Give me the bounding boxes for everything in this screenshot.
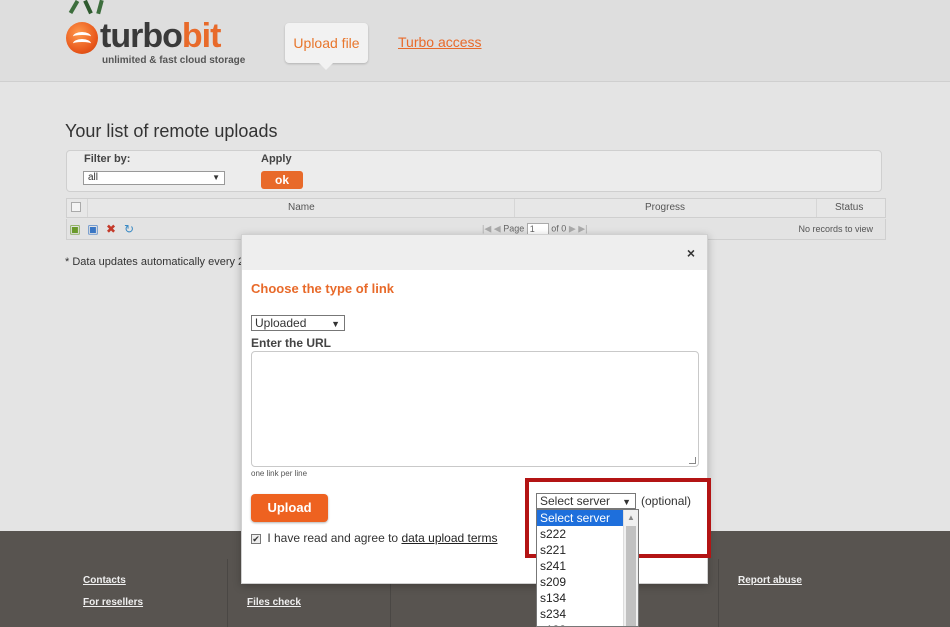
column-divider — [87, 199, 88, 217]
site-header: turbobit unlimited & fast cloud storage … — [0, 0, 950, 82]
url-label: Enter the URL — [251, 336, 332, 350]
scrollbar-thumb[interactable] — [626, 526, 636, 626]
upload-button[interactable]: Upload — [251, 494, 328, 522]
footer-divider — [718, 559, 719, 627]
pine-branch-icon — [68, 0, 116, 15]
tab-upload-file[interactable]: Upload file — [285, 23, 368, 70]
footer-divider — [227, 559, 228, 627]
server-option[interactable]: s222 — [537, 526, 623, 542]
delete-icon[interactable]: ✖ — [104, 223, 118, 236]
server-option[interactable]: s134 — [537, 590, 623, 606]
column-divider — [816, 199, 817, 217]
footer-link-files-check[interactable]: Files check — [247, 597, 301, 608]
server-option[interactable]: s133 — [537, 622, 623, 626]
footer-link-contacts[interactable]: Contacts — [83, 575, 126, 586]
upload-terms-link[interactable]: data upload terms — [401, 531, 497, 545]
agree-terms-row: ✔ I have read and agree to data upload t… — [251, 531, 498, 545]
column-status[interactable]: Status — [835, 202, 863, 213]
pager-total: of 0 — [551, 223, 567, 234]
close-icon[interactable]: × — [687, 245, 695, 261]
filter-label: Filter by: — [84, 153, 131, 165]
prev-page-icon[interactable]: ◀ — [494, 223, 501, 233]
refresh-icon[interactable]: ↻ — [122, 223, 136, 236]
agree-checkbox[interactable]: ✔ — [251, 533, 261, 544]
apply-ok-button[interactable]: ok — [261, 171, 303, 189]
server-option[interactable]: s221 — [537, 542, 623, 558]
last-page-icon[interactable]: ▶| — [578, 223, 587, 233]
edit-icon[interactable]: ▣ — [86, 223, 100, 236]
column-divider — [514, 199, 515, 217]
server-optional-label: (optional) — [641, 494, 692, 508]
server-option[interactable]: s234 — [537, 606, 623, 622]
apply-label: Apply — [261, 153, 292, 165]
url-textarea[interactable] — [251, 351, 699, 467]
dropdown-scrollbar[interactable]: ▲ — [623, 510, 638, 626]
server-dropdown-list[interactable]: Select server s222 s221 s241 s209 s134 s… — [536, 509, 639, 627]
logo-wordmark: turbobit — [100, 17, 221, 55]
tab-turbo-access[interactable]: Turbo access — [398, 34, 482, 50]
add-icon[interactable]: ▣ — [68, 223, 82, 236]
first-page-icon[interactable]: |◀ — [482, 223, 491, 233]
server-select[interactable]: Select server — [536, 493, 636, 509]
scroll-up-icon[interactable]: ▲ — [627, 513, 635, 522]
update-note: * Data updates automatically every 2 — [65, 256, 245, 268]
footer-link-resellers[interactable]: For resellers — [83, 597, 143, 608]
server-option[interactable]: Select server — [537, 510, 623, 526]
next-page-icon[interactable]: ▶ — [569, 223, 576, 233]
filter-select[interactable]: all — [83, 171, 225, 185]
dialog-title: Choose the type of link — [251, 281, 395, 296]
server-option[interactable]: s241 — [537, 558, 623, 574]
select-all-checkbox[interactable] — [71, 202, 81, 212]
logo-tagline: unlimited & fast cloud storage — [102, 55, 246, 66]
pager-label: Page — [503, 223, 525, 234]
footer-link-report-abuse[interactable]: Report abuse — [738, 575, 802, 586]
logo-ball-icon — [66, 22, 98, 54]
column-name[interactable]: Name — [288, 202, 315, 213]
column-progress[interactable]: Progress — [645, 202, 685, 213]
no-records-text: No records to view — [798, 224, 873, 234]
server-option[interactable]: s209 — [537, 574, 623, 590]
agree-text: I have read and agree to — [267, 531, 399, 545]
link-type-select[interactable]: Uploaded — [251, 315, 345, 331]
url-hint: one link per line — [251, 469, 308, 478]
grid-header: Name Progress Status — [66, 198, 886, 218]
dialog-header — [242, 235, 707, 270]
turbobit-logo[interactable]: turbobit unlimited & fast cloud storage — [66, 0, 246, 70]
filter-panel: Filter by: all Apply ok — [66, 150, 882, 192]
page-title: Your list of remote uploads — [65, 121, 278, 141]
